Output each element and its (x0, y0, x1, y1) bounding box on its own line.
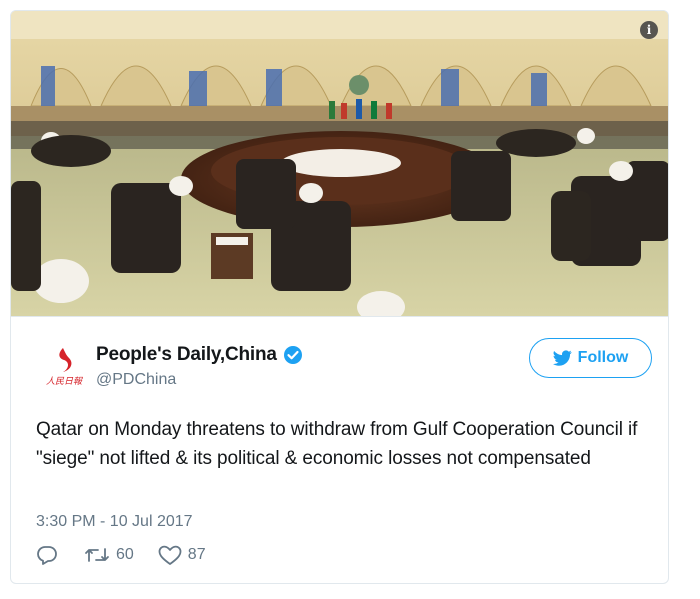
follow-button[interactable]: Follow (529, 338, 652, 378)
tweet-text: Qatar on Monday threatens to withdraw fr… (36, 419, 638, 469)
retweet-button[interactable]: 60 (84, 545, 134, 565)
reply-icon (37, 546, 57, 565)
tweet-timestamp[interactable]: 3:30 PM - 10 Jul 2017 (36, 513, 193, 531)
like-button[interactable]: 87 (158, 545, 206, 566)
tweet-card: i 人民日報 People's Daily,China @PDChina Fol… (10, 10, 669, 584)
author-handle[interactable]: @PDChina (96, 371, 176, 389)
author-name-row[interactable]: People's Daily,China (96, 344, 303, 366)
tweet-actions: 60 87 (36, 543, 206, 567)
follow-label: Follow (577, 349, 629, 366)
tweet-photo[interactable]: i (11, 11, 668, 317)
summit-photo-illustration (11, 11, 668, 316)
info-icon[interactable]: i (640, 21, 658, 39)
people-daily-logo[interactable]: 人民日報 (41, 342, 87, 388)
author-name[interactable]: People's Daily,China (96, 344, 277, 366)
reply-button[interactable] (36, 545, 58, 565)
like-count: 87 (187, 546, 206, 563)
verified-badge-icon (283, 346, 302, 364)
retweet-count: 60 (116, 546, 134, 563)
heart-icon (158, 545, 182, 565)
twitter-bird-icon (552, 350, 572, 366)
svg-text:人民日報: 人民日報 (46, 376, 83, 387)
retweet-icon (85, 548, 109, 562)
